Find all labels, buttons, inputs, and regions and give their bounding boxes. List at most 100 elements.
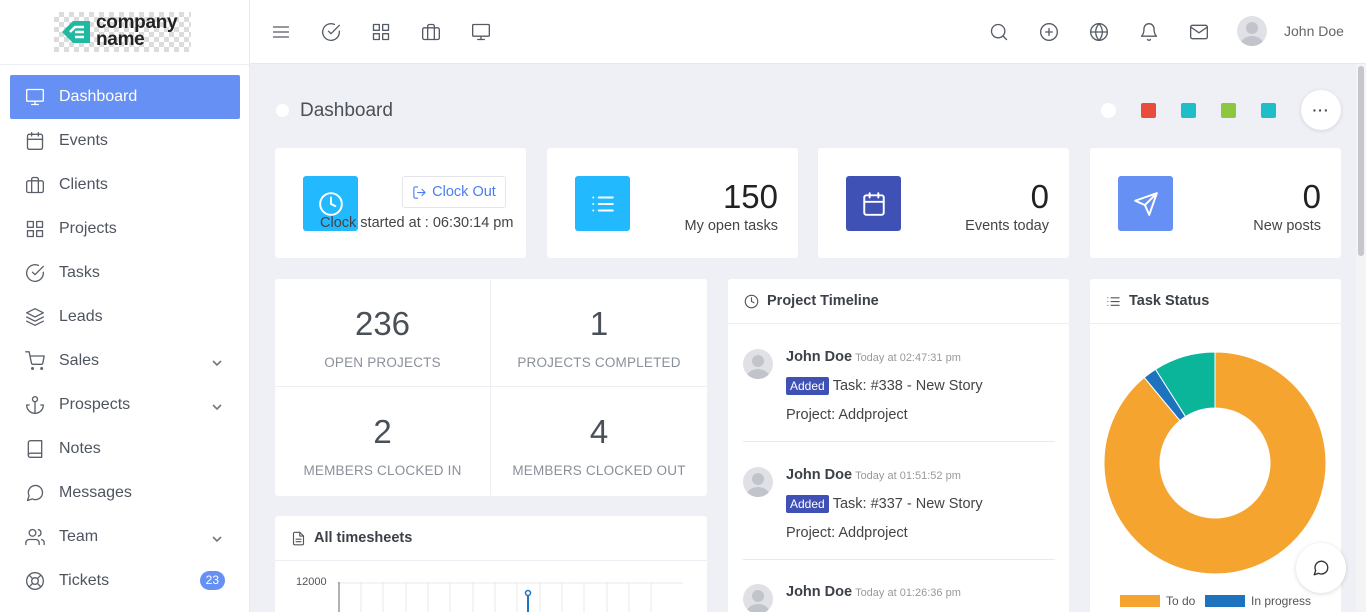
tickets-count-badge: 23: [199, 571, 225, 590]
logout-icon: [413, 185, 426, 199]
added-badge: Added: [786, 377, 829, 395]
user-name[interactable]: John Doe: [1284, 23, 1344, 39]
menu-icon[interactable]: [270, 21, 292, 43]
message-icon: [25, 483, 45, 503]
avatar[interactable]: [743, 349, 773, 379]
more-options-button[interactable]: ···: [1301, 90, 1341, 130]
projects-completed-count: 1: [589, 305, 609, 342]
sidebar-item-sales[interactable]: Sales: [10, 339, 240, 383]
timeline-project[interactable]: Project: Addproject: [786, 525, 908, 541]
timeline-task[interactable]: Added Task: #338 - New Story: [786, 377, 983, 395]
bell-icon[interactable]: [1138, 21, 1160, 43]
members-clocked-in-count: 2: [373, 413, 392, 450]
users-icon: [25, 527, 45, 547]
grid-icon[interactable]: [370, 21, 392, 43]
clock-out-label: Clock Out: [432, 184, 496, 200]
user-avatar[interactable]: [1237, 16, 1267, 46]
clock-out-button[interactable]: Clock Out: [402, 176, 506, 208]
open-projects-cell[interactable]: 236 OPEN PROJECTS: [275, 279, 491, 387]
sidebar-item-dashboard[interactable]: Dashboard: [10, 75, 240, 119]
sidebar-item-label: Projects: [59, 220, 117, 237]
layers-icon: [25, 307, 45, 327]
chevron-down-icon[interactable]: [212, 531, 222, 549]
chevron-down-icon[interactable]: [212, 355, 222, 373]
logo-area: company name: [0, 0, 249, 65]
search-icon[interactable]: [988, 21, 1010, 43]
sidebar-item-tasks[interactable]: Tasks: [10, 251, 240, 295]
sidebar-item-label: Dashboard: [59, 88, 138, 105]
timesheets-chart-area: [337, 582, 683, 612]
grid-icon: [25, 219, 45, 239]
avatar[interactable]: [743, 584, 773, 612]
sidebar-item-label: Sales: [59, 352, 100, 369]
scrollbar-thumb[interactable]: [1358, 66, 1364, 256]
open-tasks-count: 150: [722, 178, 778, 215]
color-swatch-green[interactable]: [1221, 103, 1236, 118]
globe-icon[interactable]: [1088, 21, 1110, 43]
legend-label-in-progress[interactable]: In progress: [1251, 594, 1311, 608]
task-status-header: Task Status: [1090, 279, 1341, 324]
members-clocked-in-cell[interactable]: 2 MEMBERS CLOCKED IN: [275, 387, 491, 495]
projects-summary: 236 OPEN PROJECTS 1 PROJECTS COMPLETED 2…: [275, 279, 707, 496]
chevron-down-icon[interactable]: [212, 399, 222, 417]
events-today-count: 0: [1030, 178, 1049, 215]
sidebar-item-notes[interactable]: Notes: [10, 427, 240, 471]
sidebar-item-team[interactable]: Team: [10, 515, 240, 559]
clock-started-text: Clock started at : 06:30:14 pm: [320, 215, 514, 231]
list-icon: [1107, 296, 1120, 306]
logo-mark-icon: [62, 21, 90, 43]
check-circle-icon[interactable]: [320, 21, 342, 43]
chat-button[interactable]: [1296, 543, 1346, 593]
task-status-title: Task Status: [1129, 293, 1210, 309]
projects-completed-cell[interactable]: 1 PROJECTS COMPLETED: [491, 279, 707, 387]
sidebar-item-label: Prospects: [59, 396, 131, 413]
members-clocked-out-cell[interactable]: 4 MEMBERS CLOCKED OUT: [491, 387, 707, 495]
events-today-label: Events today: [965, 218, 1049, 234]
timesheets-title: All timesheets: [314, 530, 413, 546]
sidebar-item-messages[interactable]: Messages: [10, 471, 240, 515]
new-posts-label: New posts: [1253, 218, 1321, 234]
legend-label-todo[interactable]: To do: [1166, 594, 1195, 608]
sidebar-item-clients[interactable]: Clients: [10, 163, 240, 207]
briefcase-icon: [25, 175, 45, 195]
new-posts-card[interactable]: 0 New posts: [1090, 148, 1341, 258]
timeline-header: Project Timeline: [728, 279, 1069, 324]
sidebar-item-label: Tasks: [59, 264, 100, 281]
color-swatch-red[interactable]: [1141, 103, 1156, 118]
events-today-card[interactable]: 0 Events today: [818, 148, 1069, 258]
sidebar-item-prospects[interactable]: Prospects: [10, 383, 240, 427]
monitor-icon[interactable]: [470, 21, 492, 43]
timeline-project[interactable]: Project: Addproject: [786, 407, 908, 423]
mail-icon[interactable]: [1188, 21, 1210, 43]
logo-text: company name: [96, 12, 178, 50]
book-icon: [25, 439, 45, 459]
avatar[interactable]: [743, 467, 773, 497]
plus-circle-icon[interactable]: [1038, 21, 1060, 43]
briefcase-icon[interactable]: [420, 21, 442, 43]
company-logo[interactable]: company name: [54, 12, 191, 52]
color-swatch-cyan[interactable]: [1261, 103, 1276, 118]
scrollbar[interactable]: [1356, 64, 1366, 612]
timeline-task[interactable]: Added Task: #337 - New Story: [786, 495, 983, 513]
sidebar-item-events[interactable]: Events: [10, 119, 240, 163]
open-tasks-card[interactable]: 150 My open tasks: [547, 148, 798, 258]
cart-icon: [25, 351, 45, 371]
sidebar-item-leads[interactable]: Leads: [10, 295, 240, 339]
file-icon: [292, 531, 305, 545]
timesheets-card: All timesheets 12000: [275, 516, 707, 612]
sidebar-item-tickets[interactable]: Tickets 23: [10, 559, 240, 603]
sidebar-item-label: Clients: [59, 176, 108, 193]
new-posts-count: 0: [1302, 178, 1321, 215]
timeline-user[interactable]: John Doe Today at 02:47:31 pm: [786, 349, 961, 365]
color-swatch-teal[interactable]: [1181, 103, 1196, 118]
sidebar-item-label: Events: [59, 132, 108, 149]
calendar-icon: [846, 176, 901, 231]
monitor-icon: [25, 87, 45, 107]
timeline-user[interactable]: John Doe Today at 01:51:52 pm: [786, 467, 961, 483]
timeline-user[interactable]: John Doe Today at 01:26:36 pm: [786, 584, 961, 600]
sidebar: company name Dashboard Events Clients Pr…: [0, 0, 250, 612]
open-projects-label: OPEN PROJECTS: [324, 355, 441, 370]
timeline-time: Today at 01:26:36 pm: [855, 587, 961, 599]
sidebar-item-projects[interactable]: Projects: [10, 207, 240, 251]
color-swatch-white[interactable]: [1101, 103, 1116, 118]
